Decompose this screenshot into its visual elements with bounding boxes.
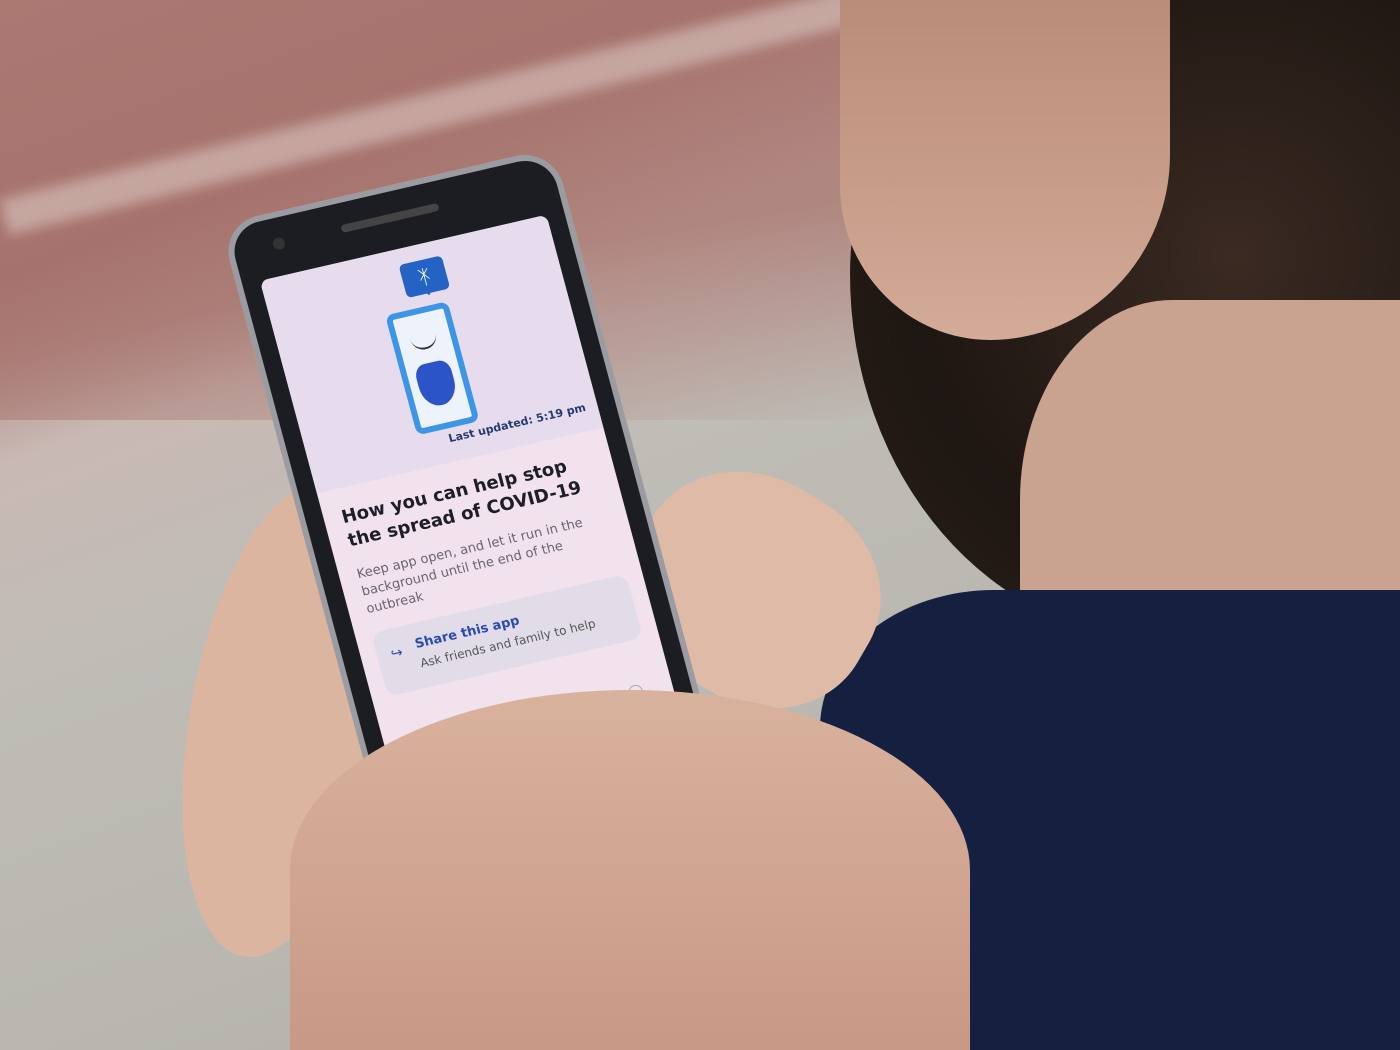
share-icon: ↪ <box>389 644 405 663</box>
bluetooth-icon: ᛡ <box>398 255 451 299</box>
smile-icon <box>409 330 439 353</box>
phone-illustration-icon <box>385 301 480 436</box>
speaker <box>340 202 440 234</box>
person-arm <box>290 690 970 1050</box>
camera <box>271 236 287 251</box>
shield-icon <box>413 358 460 410</box>
hero-illustration: ᛡ Last updated: 5:19 pm <box>259 214 604 494</box>
